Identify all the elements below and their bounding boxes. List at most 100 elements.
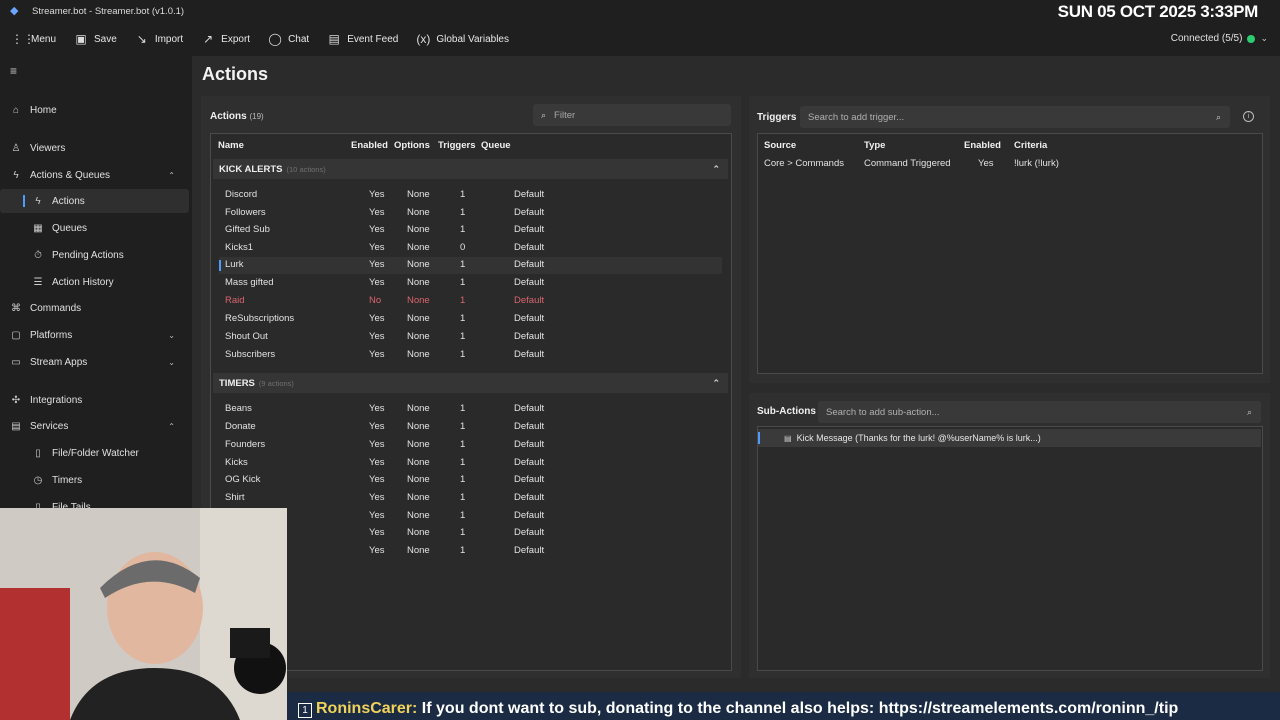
sidebar-item-queues[interactable]: ▦ Queues [0, 216, 189, 240]
row-options: None [407, 403, 430, 414]
row-queue: Default [514, 492, 545, 503]
table-row[interactable]: Followers Yes None 1 Default [219, 205, 722, 222]
menu-label: Menu [31, 33, 57, 45]
trigger-source[interactable]: Core > Commands [764, 158, 844, 169]
table-row[interactable]: Mass gifted Yes None 1 Default [219, 275, 722, 292]
trigger-type[interactable]: Command Triggered [864, 158, 951, 169]
row-triggers: 1 [460, 295, 466, 306]
sidebar-item-actions[interactable]: ϟ Actions [0, 189, 189, 213]
table-row[interactable]: Yes None 1 Default [219, 543, 722, 560]
sidebar-item-actions-queues[interactable]: ϟ Actions & Queues ⌃ [0, 163, 189, 187]
table-row[interactable]: Beans Yes None 1 Default [219, 401, 722, 418]
sidebar-item-viewers[interactable]: ♙ Viewers [0, 136, 189, 160]
table-row[interactable]: Donate Yes None 1 Default [219, 419, 722, 436]
info-icon[interactable]: i [1243, 111, 1254, 122]
column-header-enabled[interactable]: Enabled [964, 140, 1001, 151]
column-header-criteria[interactable]: Criteria [1014, 140, 1047, 151]
row-options: None [407, 242, 430, 253]
trigger-search-input[interactable]: Search to add trigger... ⌕ [800, 106, 1230, 128]
table-row[interactable]: Founders Yes None 1 Default [219, 437, 722, 454]
sidebar-item-home[interactable]: ⌂ Home [0, 98, 189, 122]
sidebar-item-file-folder-watcher[interactable]: ▯ File/Folder Watcher [0, 441, 189, 465]
column-header-options[interactable]: Options [394, 140, 430, 151]
toolbar: ⋮⋮ Menu ▣ Save ↘ Import ↗ Export ◯ Chat … [0, 28, 1280, 50]
sidebar-item-stream-apps[interactable]: ▭ Stream Apps ⌄ [0, 350, 189, 374]
table-row[interactable]: Gifted Sub Yes None 1 Default [219, 222, 722, 239]
menu-button[interactable]: ⋮⋮ Menu [2, 28, 65, 50]
bolt-icon: ϟ [13, 169, 19, 181]
row-triggers: 1 [460, 207, 466, 218]
column-header-queue[interactable]: Queue [481, 140, 511, 151]
table-row[interactable]: ReSubscriptions Yes None 1 Default [219, 311, 722, 328]
connection-status[interactable]: Connected (5/5) ⌄ [1171, 33, 1268, 44]
column-header-enabled[interactable]: Enabled [351, 140, 388, 151]
sidebar-item-label: Commands [30, 302, 82, 314]
sub-action-item[interactable]: ▤ Kick Message (Thanks for the lurk! @%u… [758, 429, 1261, 447]
sidebar-item-services[interactable]: ▤ Services ⌃ [0, 414, 189, 438]
group-header-kick-alerts[interactable]: KICK ALERTS (10 actions) ⌃ [213, 159, 728, 179]
table-row[interactable]: Kicks Yes None 1 Default [219, 455, 722, 472]
sidebar-item-pending-actions[interactable]: ⏱ Pending Actions [0, 243, 189, 267]
trigger-enabled[interactable]: Yes [978, 158, 994, 169]
streamerbot-logo-icon: ◆ [10, 5, 19, 17]
row-enabled: Yes [369, 527, 385, 538]
sidebar-item-label: File/Folder Watcher [52, 447, 139, 459]
row-name: ReSubscriptions [225, 313, 295, 324]
row-enabled: Yes [369, 349, 385, 360]
save-button[interactable]: ▣ Save [65, 28, 126, 50]
chat-label: Chat [288, 33, 310, 45]
column-header-triggers[interactable]: Triggers [438, 140, 476, 151]
filter-input[interactable]: ⌕ Filter [533, 104, 731, 126]
global-variables-button[interactable]: (x) Global Variables [407, 28, 518, 50]
row-queue: Default [514, 313, 545, 324]
sidebar-item-label: Platforms [30, 329, 73, 341]
column-header-source[interactable]: Source [764, 140, 796, 151]
row-enabled: Yes [369, 421, 385, 432]
row-triggers: 1 [460, 189, 466, 200]
table-row[interactable]: Discord Yes None 1 Default [219, 187, 722, 204]
export-button[interactable]: ↗ Export [192, 28, 259, 50]
overlay-clock: SUN 05 OCT 2025 3:33PM [1057, 2, 1259, 21]
column-header-type[interactable]: Type [864, 140, 885, 151]
viewers-icon: ♙ [11, 142, 21, 154]
row-enabled: Yes [369, 457, 385, 468]
integrations-icon: ✣ [11, 394, 21, 406]
group-header-timers[interactable]: TIMERS (9 actions) ⌃ [213, 373, 728, 393]
sidebar-item-timers[interactable]: ◷ Timers [0, 468, 189, 492]
row-options: None [407, 457, 430, 468]
row-options: None [407, 545, 430, 556]
sidebar-item-label: Viewers [30, 142, 66, 154]
table-row[interactable]: Yes None 1 Default [219, 525, 722, 542]
column-header-name[interactable]: Name [218, 140, 244, 151]
table-row-selected[interactable]: Lurk Yes None 1 Default [219, 257, 722, 274]
sidebar-item-label: Actions [52, 195, 85, 207]
sidebar-item-commands[interactable]: ⌘ Commands [0, 296, 189, 320]
table-row[interactable]: OG Kick Yes None 1 Default [219, 472, 722, 489]
import-button[interactable]: ↘ Import [126, 28, 192, 50]
chat-button[interactable]: ◯ Chat [259, 28, 318, 50]
table-row[interactable]: Kicks1 Yes None 0 Default [219, 240, 722, 257]
sidebar-item-action-history[interactable]: ☰ Action History [0, 270, 189, 294]
row-name: Donate [225, 421, 256, 432]
hamburger-icon[interactable]: ≡ [10, 64, 17, 78]
grid-icon: ⋮⋮ [11, 32, 35, 46]
event-feed-button[interactable]: ▤ Event Feed [318, 28, 407, 50]
row-queue: Default [514, 331, 545, 342]
row-queue: Default [514, 224, 545, 235]
sidebar-item-integrations[interactable]: ✣ Integrations [0, 388, 189, 412]
search-icon: ⌕ [541, 109, 547, 120]
table-row[interactable]: Shirt Yes None 1 Default [219, 490, 722, 507]
sidebar-item-platforms[interactable]: ▢ Platforms ⌄ [0, 323, 189, 347]
table-row-disabled[interactable]: Raid No None 1 Default [219, 293, 722, 310]
table-row[interactable]: Yes None 1 Default [219, 508, 722, 525]
row-options: None [407, 259, 430, 270]
sub-action-label: Kick Message (Thanks for the lurk! @%use… [796, 433, 1041, 443]
row-triggers: 1 [460, 492, 466, 503]
sub-action-search-input[interactable]: Search to add sub-action... ⌕ [818, 401, 1261, 423]
row-triggers: 1 [460, 277, 466, 288]
trigger-criteria[interactable]: !lurk (!lurk) [1014, 158, 1059, 169]
table-row[interactable]: Shout Out Yes None 1 Default [219, 329, 722, 346]
home-icon: ⌂ [12, 104, 20, 116]
sidebar-item-label: Queues [52, 222, 88, 234]
table-row[interactable]: Subscribers Yes None 1 Default [219, 347, 722, 364]
